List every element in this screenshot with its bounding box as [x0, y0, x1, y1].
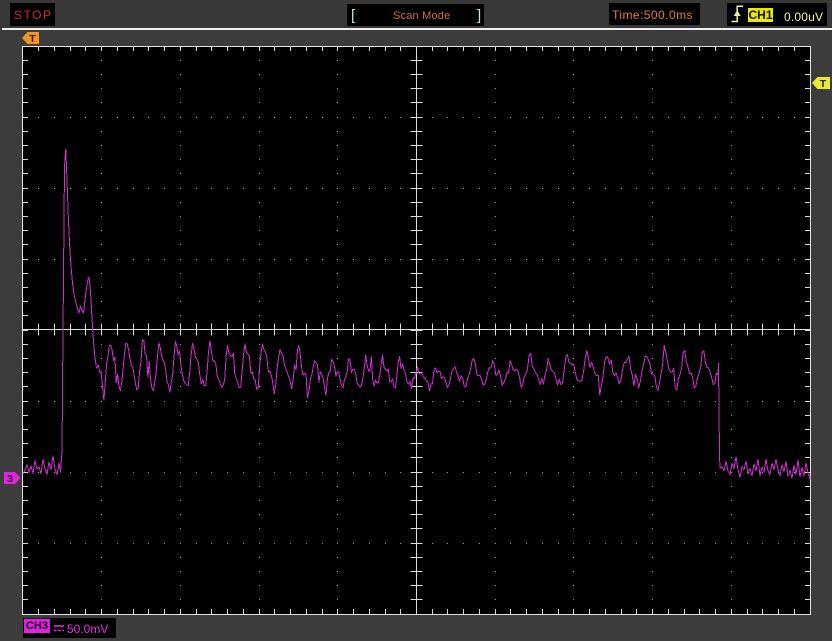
svg-text:T: T — [820, 78, 827, 89]
svg-text:T: T — [29, 33, 36, 44]
svg-text:3: 3 — [7, 473, 13, 484]
